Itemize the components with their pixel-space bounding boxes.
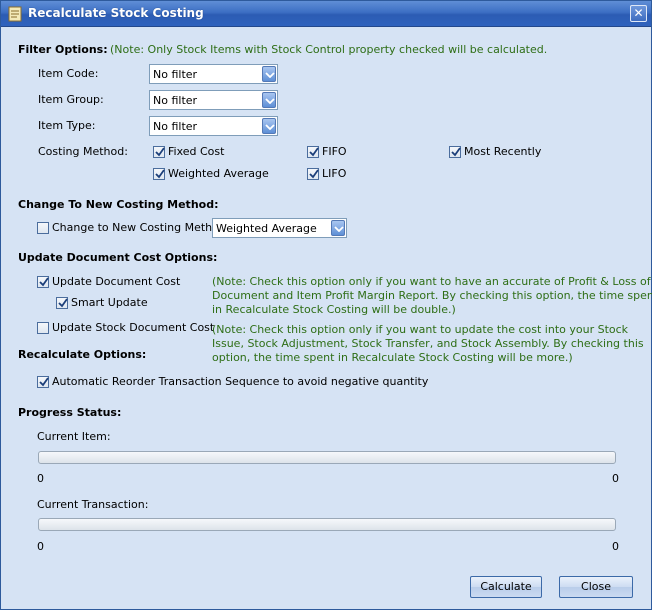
fifo-checkbox[interactable] (307, 146, 319, 158)
smart-update-label[interactable]: Smart Update (71, 296, 148, 309)
checkmark-icon (39, 377, 49, 387)
update-stock-note-line2: Issue, Stock Adjustment, Stock Transfer,… (212, 337, 644, 350)
item-group-value: No filter (153, 94, 198, 107)
new-costing-method-value: Weighted Average (216, 222, 317, 235)
update-stock-document-cost-label[interactable]: Update Stock Document Cost (52, 321, 214, 334)
item-code-value: No filter (153, 68, 198, 81)
checkmark-icon (309, 147, 319, 157)
filter-options-heading: Filter Options: (18, 43, 108, 56)
fifo-label[interactable]: FIFO (322, 145, 347, 158)
title-bar[interactable]: Recalculate Stock Costing ✕ (1, 1, 651, 27)
current-transaction-label: Current Transaction: (37, 498, 149, 511)
update-document-cost-label[interactable]: Update Document Cost (52, 275, 180, 288)
new-costing-method-select[interactable]: Weighted Average (212, 218, 347, 238)
most-recently-checkbox[interactable] (449, 146, 461, 158)
calculate-button[interactable]: Calculate (470, 576, 542, 598)
update-doc-heading: Update Document Cost Options: (18, 251, 218, 264)
close-button[interactable]: Close (559, 576, 633, 598)
current-transaction-min: 0 (37, 540, 44, 553)
checkmark-icon (155, 169, 165, 179)
lifo-checkbox[interactable] (307, 168, 319, 180)
close-window-button[interactable]: ✕ (630, 5, 647, 22)
update-stock-note-line3: option, the time spent in Recalculate St… (212, 351, 573, 364)
chevron-down-icon (334, 226, 344, 232)
item-group-label: Item Group: (38, 93, 104, 106)
item-type-select[interactable]: No filter (149, 116, 278, 136)
current-transaction-max: 0 (612, 540, 619, 553)
most-recently-label[interactable]: Most Recently (464, 145, 541, 158)
item-group-select[interactable]: No filter (149, 90, 278, 110)
checkmark-icon (155, 147, 165, 157)
item-type-value: No filter (153, 120, 198, 133)
item-code-select[interactable]: No filter (149, 64, 278, 84)
checkmark-icon (309, 169, 319, 179)
chevron-down-icon (265, 124, 275, 130)
update-stock-document-cost-checkbox[interactable] (37, 322, 49, 334)
fixed-cost-label[interactable]: Fixed Cost (168, 145, 224, 158)
update-doc-note-line3: in Recalculate Stock Costing will be dou… (212, 303, 456, 316)
fixed-cost-checkbox[interactable] (153, 146, 165, 158)
change-method-label[interactable]: Change to New Costing Method (52, 221, 226, 234)
smart-update-checkbox[interactable] (56, 297, 68, 309)
recalculate-stock-costing-dialog: Recalculate Stock Costing ✕ Filter Optio… (0, 0, 652, 610)
weighted-average-label[interactable]: Weighted Average (168, 167, 269, 180)
update-stock-note-line1: (Note: Check this option only if you wan… (212, 323, 629, 336)
close-icon: ✕ (633, 6, 644, 20)
checkmark-icon (451, 147, 461, 157)
current-transaction-progress-bar (38, 518, 616, 531)
current-item-progress-bar (38, 451, 616, 464)
change-method-checkbox[interactable] (37, 222, 49, 234)
update-doc-note-line2: Document and Item Profit Margin Report. … (212, 289, 652, 302)
item-group-dropdown-button[interactable] (262, 92, 276, 108)
item-type-dropdown-button[interactable] (262, 118, 276, 134)
chevron-down-icon (265, 72, 275, 78)
update-document-cost-checkbox[interactable] (37, 276, 49, 288)
new-costing-method-dropdown-button[interactable] (331, 220, 345, 236)
item-type-label: Item Type: (38, 119, 96, 132)
progress-status-heading: Progress Status: (18, 406, 122, 419)
checkmark-icon (58, 298, 68, 308)
item-code-label: Item Code: (38, 67, 99, 80)
update-doc-note-line1: (Note: Check this option only if you wan… (212, 275, 651, 288)
auto-reorder-label[interactable]: Automatic Reorder Transaction Sequence t… (52, 375, 428, 388)
current-item-max: 0 (612, 472, 619, 485)
chevron-down-icon (265, 98, 275, 104)
current-item-min: 0 (37, 472, 44, 485)
filter-note: (Note: Only Stock Items with Stock Contr… (110, 43, 548, 56)
document-icon (8, 6, 22, 22)
window-title: Recalculate Stock Costing (28, 6, 204, 20)
lifo-label[interactable]: LIFO (322, 167, 346, 180)
item-code-dropdown-button[interactable] (262, 66, 276, 82)
auto-reorder-checkbox[interactable] (37, 376, 49, 388)
weighted-average-checkbox[interactable] (153, 168, 165, 180)
change-method-heading: Change To New Costing Method: (18, 198, 219, 211)
costing-method-label: Costing Method: (38, 145, 128, 158)
recalc-options-heading: Recalculate Options: (18, 348, 147, 361)
current-item-label: Current Item: (37, 430, 111, 443)
checkmark-icon (39, 277, 49, 287)
